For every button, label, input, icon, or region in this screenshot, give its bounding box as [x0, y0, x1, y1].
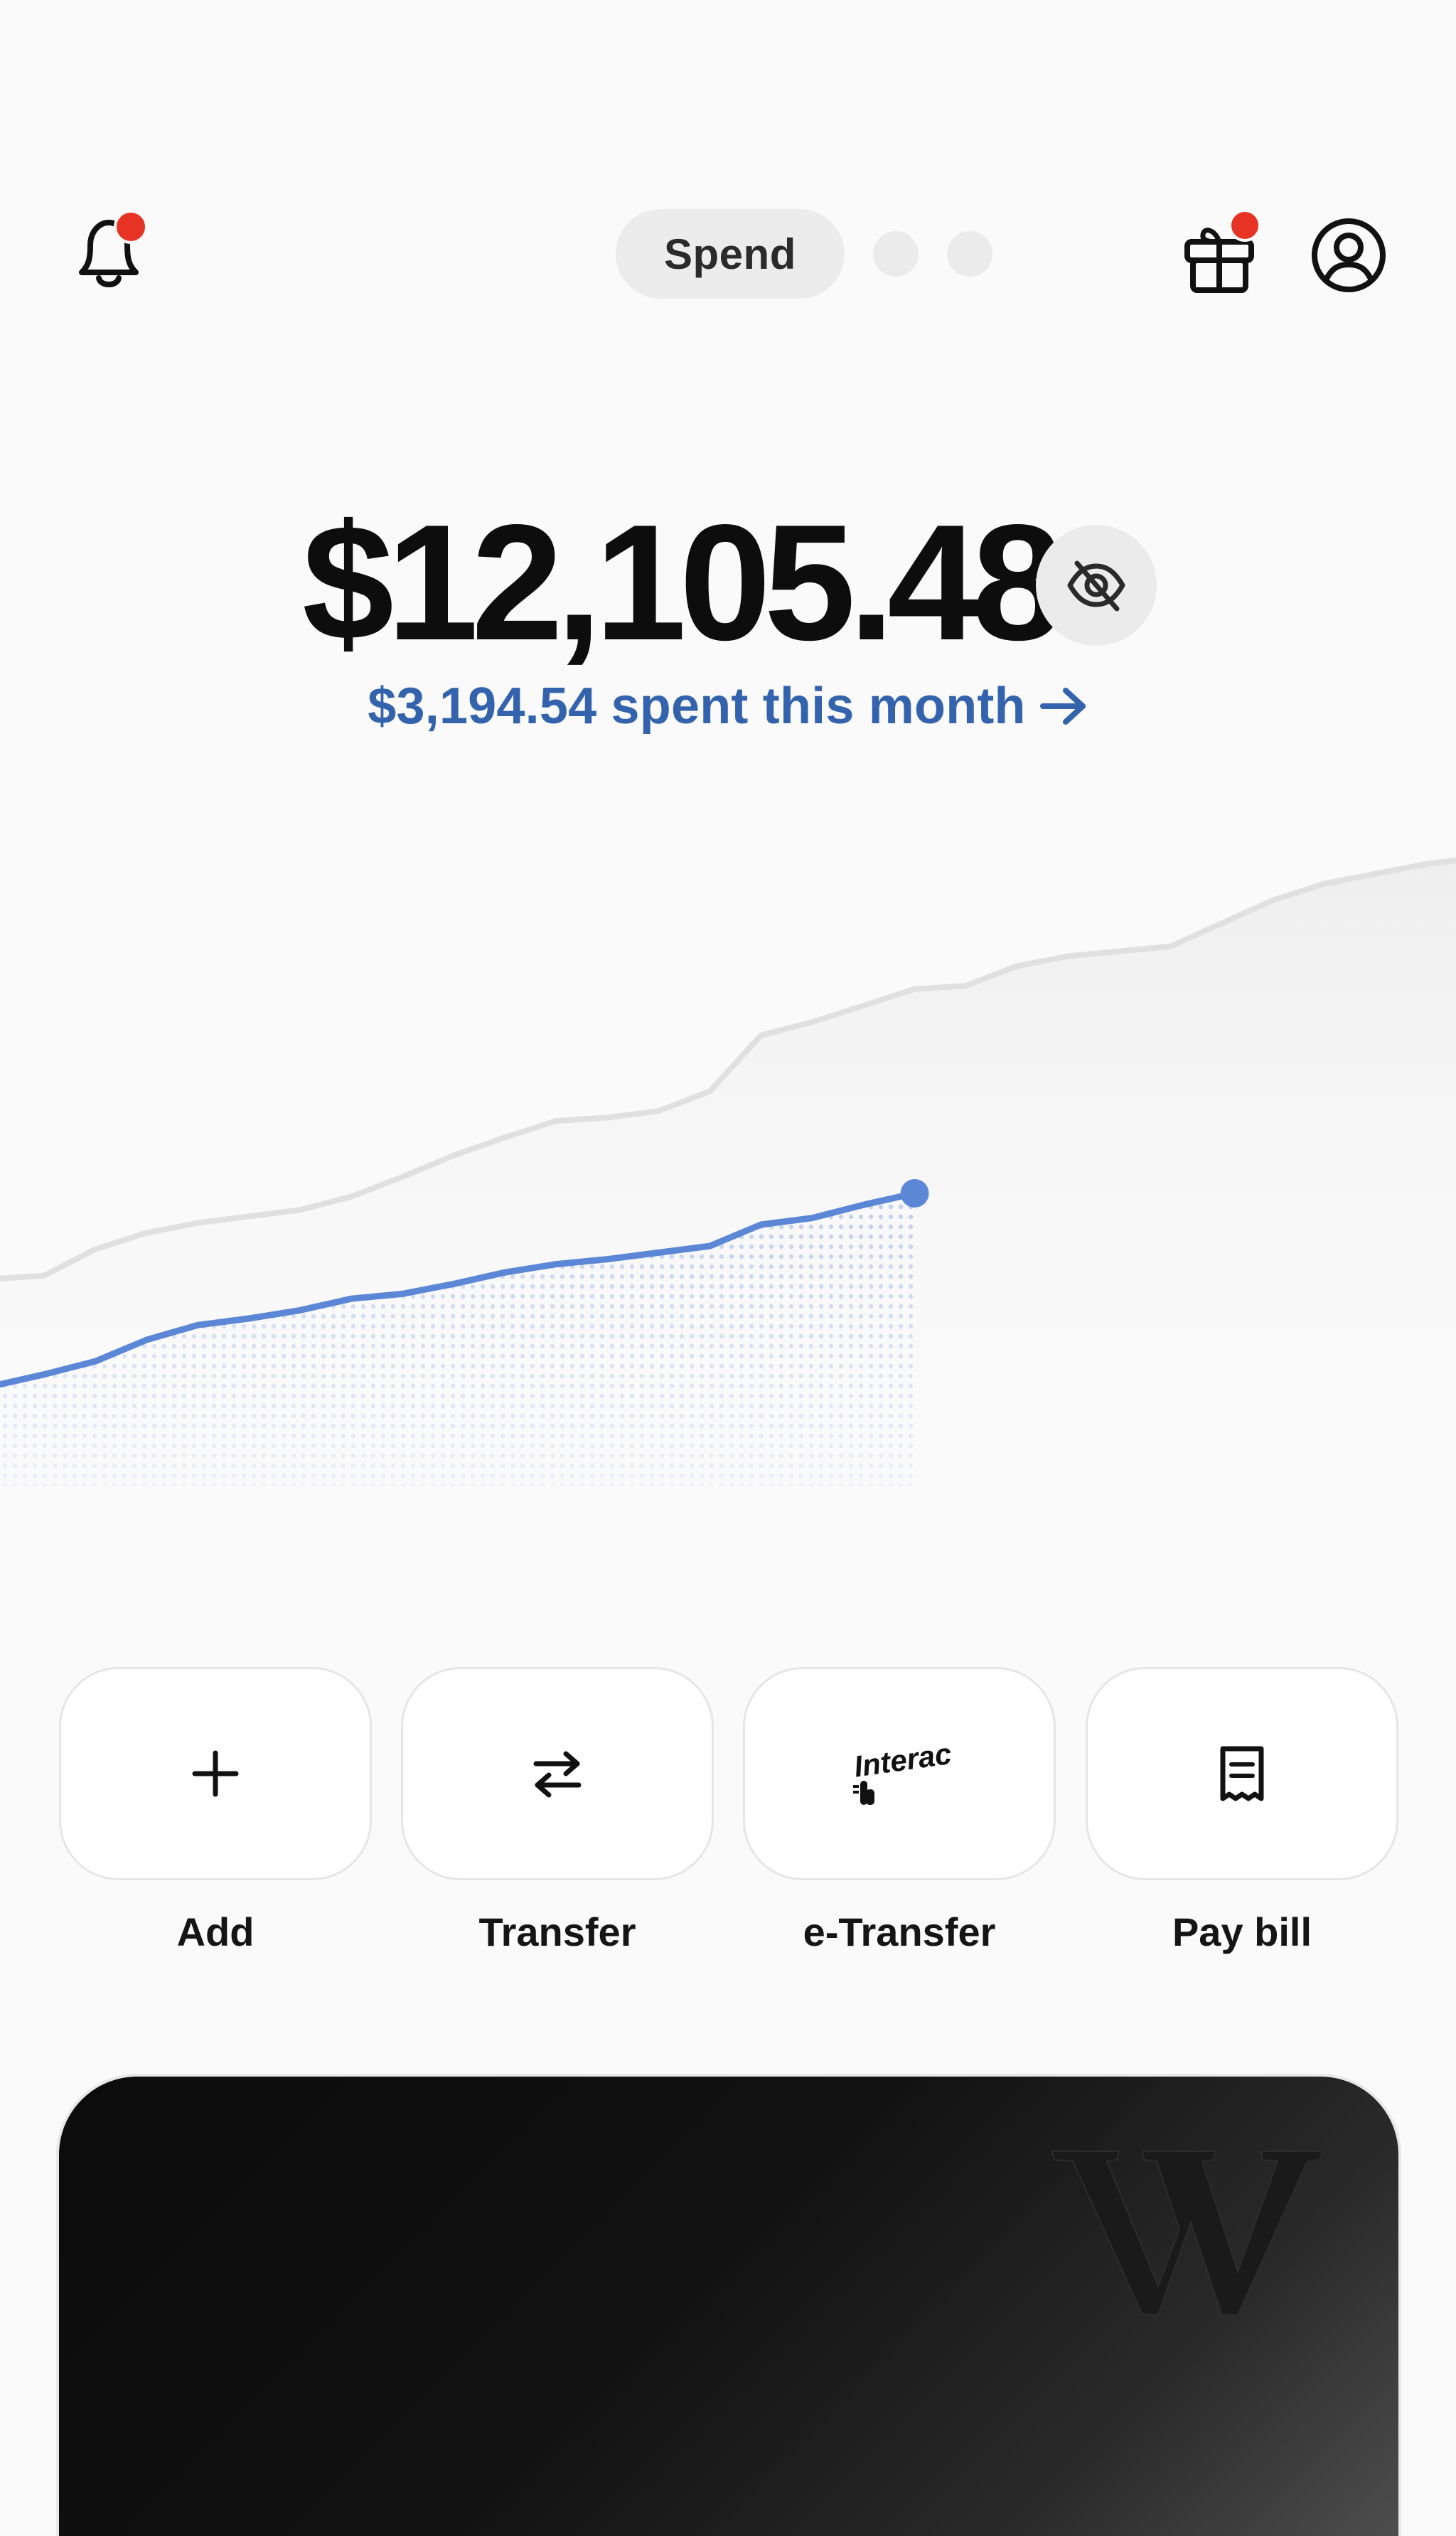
transfer-action[interactable]: Transfer	[401, 1667, 714, 1955]
arrow-right-icon	[1039, 681, 1088, 740]
w-logo-icon	[1051, 2151, 1322, 2316]
plus-icon	[192, 1750, 239, 1797]
user-circle-icon	[1312, 218, 1386, 292]
notification-badge	[114, 210, 148, 244]
notifications-button[interactable]	[68, 210, 148, 295]
add-label: Add	[176, 1909, 255, 1954]
rewards-badge	[1228, 209, 1261, 242]
profile-button[interactable]	[1310, 216, 1388, 294]
balance-amount: $12,105.48	[302, 491, 1064, 675]
receipt-icon	[1220, 1746, 1264, 1801]
current-day-point	[900, 1179, 929, 1208]
pay-bill-label: Pay bill	[1172, 1909, 1312, 1954]
hide-balance-button[interactable]	[1036, 525, 1157, 646]
add-action[interactable]: Add	[59, 1667, 372, 1955]
transfer-label: Transfer	[478, 1909, 636, 1954]
debit-card[interactable]	[59, 2077, 1398, 2536]
account-pager: Spend	[616, 209, 992, 299]
interac-icon: Interac	[852, 1738, 953, 1805]
pay-bill-action[interactable]: Pay bill	[1086, 1667, 1398, 1955]
e-transfer-action[interactable]: Interac e-Transfer	[743, 1667, 1056, 1955]
add-button[interactable]	[59, 1667, 372, 1880]
e-transfer-button[interactable]: Interac	[743, 1667, 1056, 1880]
page-indicator-dot[interactable]	[872, 231, 919, 277]
pay-bill-button[interactable]	[1086, 1667, 1398, 1880]
spend-screen: Spend $12,105.48 $3,194.54 spent this mo…	[0, 0, 1456, 2536]
transfer-button[interactable]	[401, 1667, 714, 1880]
spent-this-month-text: $3,194.54 spent this month	[368, 678, 1026, 735]
page-indicator-dot[interactable]	[946, 231, 992, 277]
rewards-button[interactable]	[1180, 209, 1261, 295]
quick-actions: Add Transfer Interac e-Transfer Pay bill	[59, 1667, 1398, 1966]
transfer-arrows-icon	[533, 1751, 582, 1798]
eye-off-icon	[1067, 560, 1125, 612]
spent-this-month-link[interactable]: $3,194.54 spent this month	[0, 677, 1456, 740]
balance-row: $12,105.48	[0, 498, 1456, 668]
tab-spend[interactable]: Spend	[616, 209, 845, 299]
interac-logo-text: Interac	[852, 1738, 953, 1784]
spending-chart	[0, 857, 1456, 1486]
e-transfer-label: e-Transfer	[803, 1909, 996, 1954]
